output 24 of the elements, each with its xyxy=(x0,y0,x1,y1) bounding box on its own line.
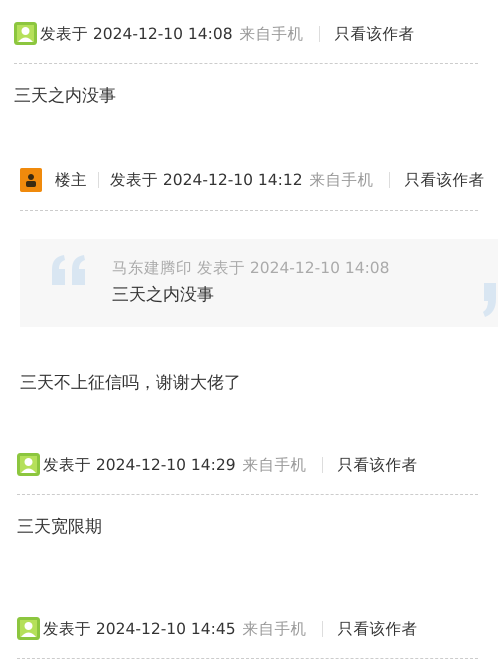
host-badge-icon xyxy=(20,168,42,192)
post-time: 发表于 2024-12-10 14:29 xyxy=(43,454,236,476)
post-body: 三天不上征信吗，谢谢大佬了 xyxy=(20,372,242,395)
author-only-link[interactable]: 只看该作者 xyxy=(404,169,485,191)
author-only-link[interactable]: 只看该作者 xyxy=(338,454,418,476)
post-source: 来自手机 xyxy=(242,618,307,640)
user-avatar-icon xyxy=(17,453,40,476)
quote-text: 三天之内没事 xyxy=(112,284,214,307)
user-avatar-icon xyxy=(14,22,37,45)
post-time: 发表于 2024-12-10 14:08 xyxy=(40,24,233,44)
post-source: 来自手机 xyxy=(310,170,374,191)
post-source: 来自手机 xyxy=(240,24,304,44)
open-quote-icon xyxy=(50,255,88,285)
post-time: 发表于 2024-12-10 14:45 xyxy=(43,618,236,640)
close-quote-icon xyxy=(482,283,496,317)
post-time: 发表于 2024-12-10 14:12 xyxy=(110,170,303,191)
quote-meta: 马东建腾印 发表于 2024-12-10 14:08 xyxy=(112,258,391,279)
user-avatar-icon xyxy=(17,617,40,640)
post-body: 三天宽限期 xyxy=(17,516,103,539)
author-only-link[interactable]: 只看该作者 xyxy=(338,618,418,640)
author-only-link[interactable]: 只看该作者 xyxy=(334,22,415,44)
post-body: 三天之内没事 xyxy=(14,85,117,108)
op-label: 楼主 xyxy=(55,170,87,191)
post-source: 来自手机 xyxy=(242,454,307,476)
